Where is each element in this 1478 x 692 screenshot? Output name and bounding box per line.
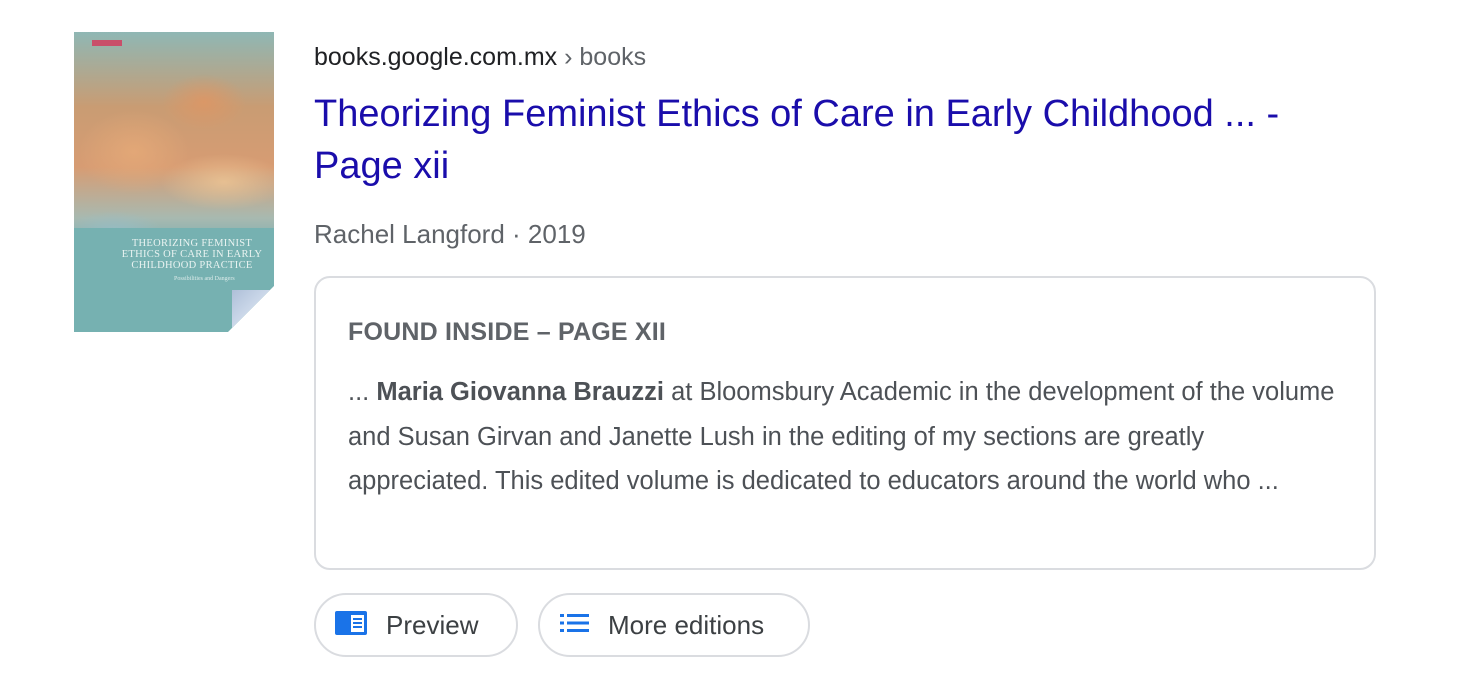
list-icon xyxy=(560,613,590,638)
more-editions-button[interactable]: More editions xyxy=(538,593,810,657)
breadcrumb-domain: books.google.com.mx xyxy=(314,43,558,71)
book-cover[interactable]: Theorizing Feminist Ethics of Care in Ea… xyxy=(74,32,274,332)
result-title-link[interactable]: Theorizing Feminist Ethics of Care in Ea… xyxy=(314,88,1374,192)
cover-subtitle: Possibilities and Dangers xyxy=(174,276,235,282)
breadcrumb-path: books xyxy=(579,43,647,71)
preview-label: Preview xyxy=(386,609,479,640)
cover-title: Theorizing Feminist Ethics of Care in Ea… xyxy=(121,238,263,271)
result-breadcrumb: books.google.com.mx › books xyxy=(314,42,646,72)
result-byline: Rachel Langford · 2019 xyxy=(314,219,586,249)
book-icon xyxy=(334,610,368,641)
snippet-prefix: ... xyxy=(348,378,377,406)
breadcrumb-separator: › xyxy=(557,43,580,71)
more-editions-label: More editions xyxy=(608,609,765,640)
snippet-highlight: Maria Giovanna Brauzzi xyxy=(376,378,665,406)
preview-button[interactable]: Preview xyxy=(314,593,518,657)
cover-series-tag xyxy=(92,40,122,46)
found-inside-label: FOUND INSIDE – PAGE XII xyxy=(348,318,667,346)
snippet-text: ... Maria Giovanna Brauzzi at Bloomsbury… xyxy=(348,370,1348,504)
found-inside-card: FOUND INSIDE – PAGE XII ... Maria Giovan… xyxy=(314,276,1376,570)
